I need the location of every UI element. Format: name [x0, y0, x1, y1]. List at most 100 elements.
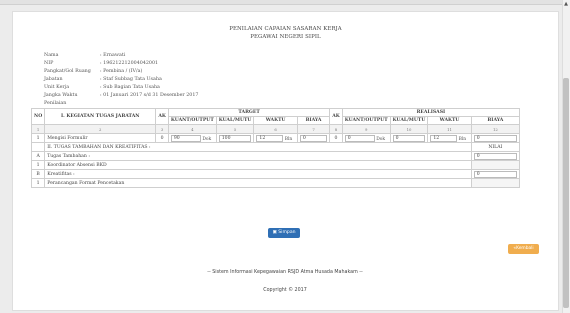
target-biaya-cell: 0 — [296, 133, 331, 143]
row-kegiatan: Mengisi Formulir — [44, 133, 157, 143]
target-kuant-unit: Dok — [202, 136, 212, 142]
col-realisasi-kuant: KUANT/OUTPUT — [341, 116, 391, 125]
info-label: Jangka Waktu Penilaian — [44, 93, 78, 106]
tugas-tambahan-input[interactable]: 0 — [473, 152, 517, 160]
kreatifitas-value-cell: 0 — [470, 169, 521, 179]
info-value: : Staf Subbag Tata Usaha — [100, 77, 162, 82]
empty-cell — [470, 178, 521, 188]
info-value: : Ernawati — [100, 53, 126, 58]
info-row-jabatan: Jabatan : Staf Subbag Tata Usaha — [44, 76, 198, 84]
col-ak-target: AK — [155, 108, 169, 125]
realisasi-kuant-cell: 0 Dok — [341, 133, 391, 143]
col-realisasi-biaya: BIAYA — [470, 116, 521, 125]
realisasi-biaya-cell: 0 — [470, 133, 521, 143]
back-button[interactable]: «Kembali — [508, 244, 539, 254]
realisasi-waktu-cell: 12 Bln — [427, 133, 472, 143]
realisasi-kual-input[interactable]: 0 — [392, 134, 426, 142]
col-realisasi-kual: KUAL/MUTU — [389, 116, 429, 125]
col-target: TARGET — [167, 108, 331, 117]
col-num: 10 — [389, 124, 429, 134]
col-target-kual: KUAL/MUTU — [215, 116, 255, 125]
empty-cell — [30, 142, 46, 152]
browser-top-bar — [0, 0, 570, 5]
employee-info: Nama : Ernawati NIP : 196212212004042001… — [44, 52, 198, 106]
info-value: : 196212212004042001 — [100, 61, 159, 66]
info-row-nama: Nama : Ernawati — [44, 52, 198, 60]
target-kual-input[interactable]: 100 — [218, 134, 252, 142]
table-row: 1 Mengisi Formulir 0 90 Dok 100 12 Bln 0… — [30, 133, 521, 143]
col-num: 11 — [427, 124, 472, 134]
page-subtitle: PEGAWAI NEGERI SIPIL — [250, 34, 321, 40]
info-row-pangkat: Pangkat/Gol Ruang : Pembina / (IV/a) — [44, 68, 198, 76]
row-letter: A — [30, 151, 46, 161]
scroll-up-icon[interactable]: ▲ — [562, 0, 570, 8]
column-number-row: 1 2 3 4 5 6 7 8 9 10 11 12 — [30, 124, 521, 134]
col-no: NO — [30, 108, 46, 125]
target-kuant-cell: 90 Dok — [167, 133, 217, 143]
kreatifitas-input[interactable]: 0 — [473, 170, 517, 178]
realisasi-biaya-input[interactable]: 0 — [473, 134, 517, 142]
assessment-table: NO I. KEGIATAN TUGAS JABATAN AK TARGET A… — [30, 108, 521, 188]
col-kegiatan: I. KEGIATAN TUGAS JABATAN — [44, 108, 157, 125]
info-label: Jabatan — [44, 77, 63, 82]
target-kuant-input[interactable]: 90 — [170, 134, 201, 142]
col-target-waktu: WAKTU — [253, 116, 298, 125]
tugas-tambahan-label: Tugas Tambahan : — [44, 151, 472, 161]
row-no: 1 — [30, 133, 46, 143]
col-num: 8 — [329, 124, 343, 134]
info-value: : Pembina / (IV/a) — [100, 69, 143, 74]
table-header-row: NO I. KEGIATAN TUGAS JABATAN AK TARGET A… — [30, 108, 521, 125]
info-label: Nama — [44, 53, 59, 58]
target-waktu-cell: 12 Bln — [253, 133, 298, 143]
info-value: : Sub Bagian Tata Usaha — [100, 85, 160, 90]
save-button[interactable]: ▣ Simpan — [268, 228, 300, 238]
save-button-label: Simpan — [278, 230, 296, 235]
info-row-nip: NIP : 196212212004042001 — [44, 60, 198, 68]
col-num: 7 — [296, 124, 331, 134]
col-realisasi: REALISASI — [341, 108, 521, 117]
col-target-biaya: BIAYA — [296, 116, 331, 125]
row-ak-realisasi: 0 — [329, 133, 343, 143]
page-title: PENILAIAN CAPAIAN SASARAN KERJA — [229, 26, 342, 32]
footer-copyright: Copyright © 2017 — [263, 288, 307, 293]
col-num: 2 — [44, 124, 157, 134]
kreatifitas-item: Perancangan Format Pencetakan — [44, 178, 472, 188]
realisasi-waktu-input[interactable]: 12 — [430, 134, 458, 142]
section2-header-row: II. TUGAS TAMBAHAN DAN KREATIFITAS : NIL… — [30, 142, 521, 152]
col-num: 12 — [470, 124, 521, 134]
tugas-tambahan-item: Koordinator Absensi BKD — [44, 160, 472, 170]
realisasi-kuant-input[interactable]: 0 — [344, 134, 375, 142]
list-item: 1 Koordinator Absensi BKD — [30, 160, 521, 170]
kreatifitas-row: B Kreatifitas : 0 — [30, 169, 521, 179]
col-target-kuant: KUANT/OUTPUT — [167, 116, 217, 125]
page-header: PENILAIAN CAPAIAN SASARAN KERJA PEGAWAI … — [13, 25, 558, 41]
col-realisasi-waktu: WAKTU — [427, 116, 472, 125]
save-icon: ▣ — [272, 230, 277, 235]
nilai-header: NILAI — [470, 142, 521, 152]
col-num: 1 — [30, 124, 46, 134]
tugas-tambahan-value-cell: 0 — [470, 151, 521, 161]
list-item: 1 Perancangan Format Pencetakan — [30, 178, 521, 188]
row-letter: B — [30, 169, 46, 179]
col-num: 3 — [155, 124, 169, 134]
info-row-jangka-waktu: Jangka Waktu Penilaian : 01 Januari 2017… — [44, 92, 198, 106]
target-waktu-input[interactable]: 12 — [256, 134, 284, 142]
col-ak-realisasi: AK — [329, 108, 343, 125]
col-num: 6 — [253, 124, 298, 134]
footer-system-name: -- Sistem Informasi Kepegawaian RSJD Atm… — [207, 270, 363, 275]
col-num: 4 — [167, 124, 217, 134]
row-ak-target: 0 — [155, 133, 169, 143]
info-label: Unit Kerja — [44, 85, 70, 90]
realisasi-kual-cell: 0 — [389, 133, 429, 143]
section2-title: II. TUGAS TAMBAHAN DAN KREATIFITAS : — [44, 142, 472, 152]
page-scrollbar[interactable]: ▲ — [562, 0, 570, 313]
empty-cell — [470, 160, 521, 170]
realisasi-waktu-unit: Bln — [458, 136, 467, 142]
kreatifitas-label: Kreatifitas : — [44, 169, 472, 179]
back-button-label: Kembali — [516, 246, 534, 251]
target-biaya-input[interactable]: 0 — [299, 134, 328, 142]
target-waktu-unit: Bln — [284, 136, 293, 142]
info-label: Pangkat/Gol Ruang — [44, 69, 91, 74]
target-kual-cell: 100 — [215, 133, 255, 143]
info-label: NIP — [44, 61, 54, 66]
